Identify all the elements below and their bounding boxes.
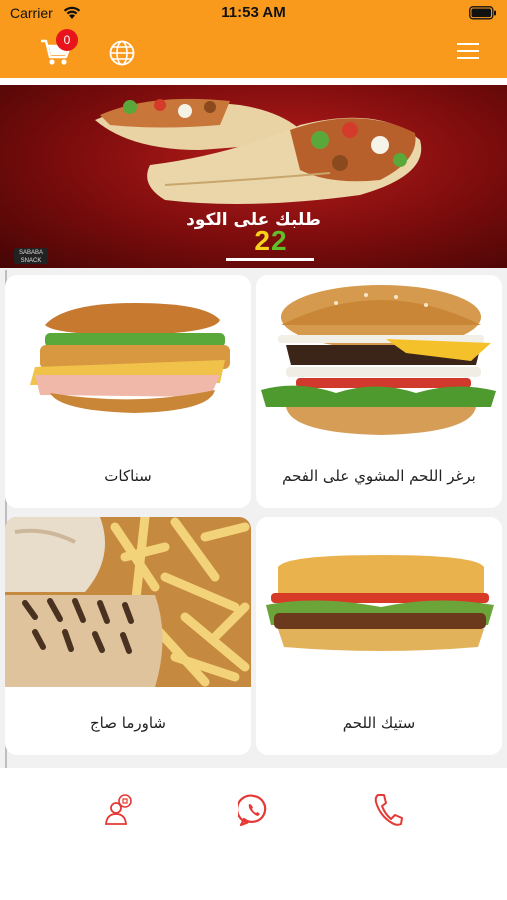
header-divider <box>0 78 507 85</box>
banner-underline <box>226 258 314 261</box>
code-digit-1: 2 <box>254 225 271 256</box>
battery-icon <box>469 6 496 20</box>
top-bar: Carrier 11:53 AM 0 <box>0 0 507 78</box>
status-bar: Carrier 11:53 AM <box>0 0 507 28</box>
burger-image <box>261 285 496 435</box>
category-card-saj-shawarma[interactable]: شاورما صاج <box>5 517 251 755</box>
sub-sandwich-image <box>30 303 230 413</box>
phone-icon[interactable] <box>372 792 404 828</box>
category-card-grilled-burger[interactable]: برغر اللحم المشوي على الفحم <box>256 275 502 508</box>
steak-sandwich-image <box>266 555 494 651</box>
promo-banner[interactable]: طلبك على الكود 22 SABABA SNACK <box>0 85 507 268</box>
whatsapp-icon[interactable] <box>238 792 270 828</box>
shawarma-fries-image <box>5 517 251 687</box>
contact-footer <box>0 768 507 900</box>
category-title: سناكات <box>104 467 152 485</box>
hamburger-menu-icon[interactable] <box>457 42 479 60</box>
category-title: برغر اللحم المشوي على الفحم <box>282 467 476 485</box>
category-card-snacks[interactable]: سناكات <box>5 275 251 508</box>
category-title: ستيك اللحم <box>342 714 416 732</box>
app-screen: Carrier 11:53 AM 0 طلبك على الكود 22 SAB… <box>0 0 507 900</box>
cart-count-badge: 0 <box>56 29 78 51</box>
contact-person-icon[interactable] <box>103 792 135 826</box>
clock: 11:53 AM <box>221 4 286 21</box>
banner-code: 22 <box>226 225 316 257</box>
category-title: شاورما صاج <box>90 714 166 732</box>
code-digit-2: 2 <box>271 225 288 256</box>
language-globe-icon[interactable] <box>108 39 136 67</box>
category-card-steak[interactable]: ستيك اللحم <box>256 517 502 755</box>
brand-logo: SABABA SNACK <box>14 248 48 264</box>
